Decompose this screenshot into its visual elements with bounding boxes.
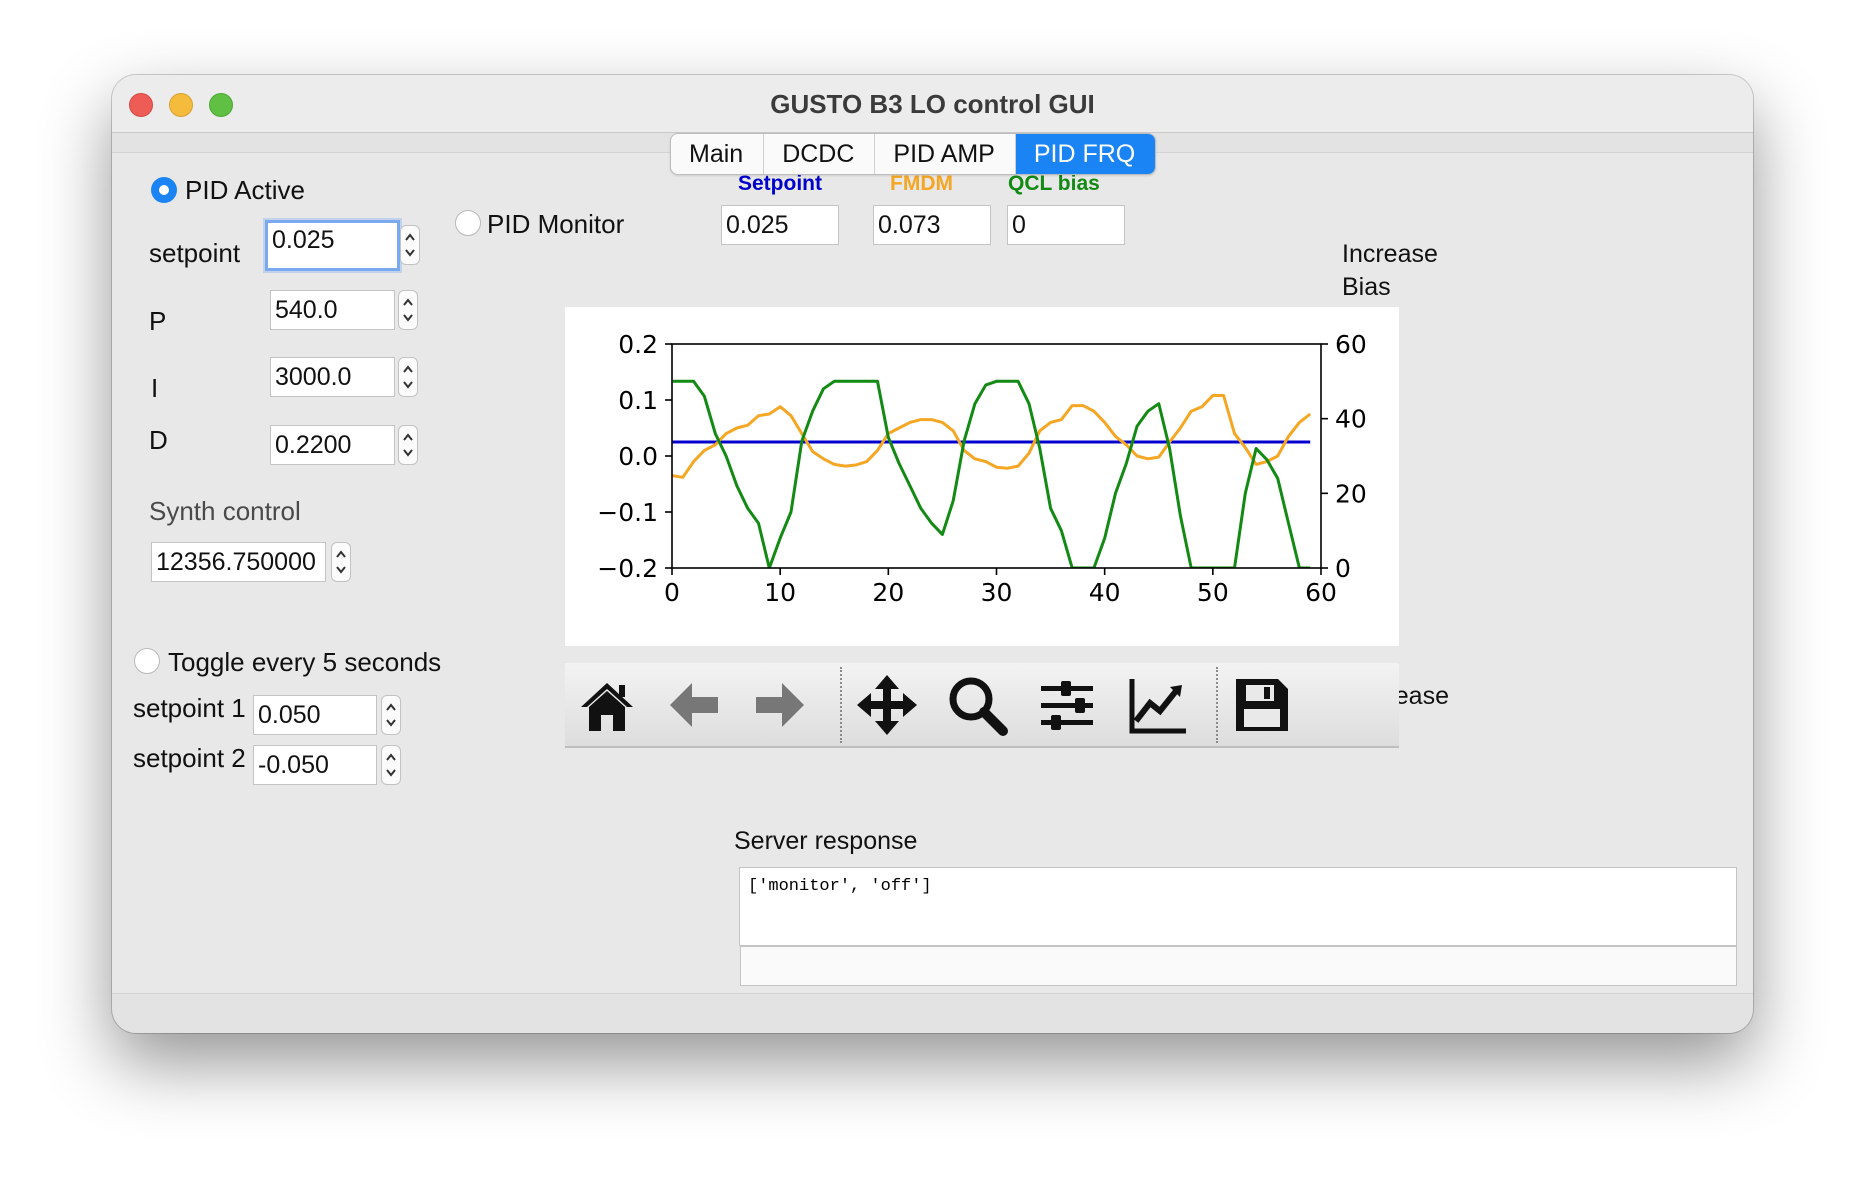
setpoint2-label: setpoint 2 [133,743,246,773]
x-tick-label: 60 [1305,578,1337,607]
title-bar: GUSTO B3 LO control GUI [112,75,1753,133]
tab-bar: Main DCDC PID AMP PID FRQ [670,133,1157,175]
server-response-label: Server response [734,827,918,855]
pid-active-radio[interactable] [151,177,177,203]
zoom-button[interactable] [945,673,1009,737]
setpoint1-label: setpoint 1 [133,693,246,723]
y-right-tick-label: 40 [1335,405,1367,434]
y-left-tick-label: −0.1 [597,498,658,527]
tab-dcdc[interactable]: DCDC [764,134,876,174]
qcl-bias-header: QCL bias [1008,172,1100,195]
y-right-tick-label: 60 [1335,330,1367,359]
synth-control-label: Synth control [149,496,301,526]
increase-bias-button[interactable]: Increase Bias [1342,238,1438,304]
edit-axis-icon [1129,679,1186,734]
command-input[interactable] [740,946,1737,986]
pid-monitor-label: PID Monitor [487,209,625,239]
save-button[interactable] [1230,673,1294,737]
y-left-tick-label: 0.2 [618,330,658,359]
synth-control-stepper[interactable] [331,542,351,582]
d-input[interactable]: 0.2200 [270,425,395,465]
y-right-tick-label: 0 [1335,554,1351,583]
home-button[interactable] [575,673,639,737]
y-left-tick-label: 0.0 [618,442,658,471]
setpoint-readout[interactable]: 0.025 [721,205,839,245]
tab-pid-amp[interactable]: PID AMP [875,134,1016,174]
x-tick-label: 30 [981,578,1013,607]
series-line-1 [672,394,1312,479]
forward-button[interactable] [748,673,812,737]
setpoint-stepper[interactable] [400,225,420,265]
d-label: D [149,425,168,455]
x-tick-label: 10 [764,578,796,607]
plot-frame [671,343,1322,569]
synth-control-input[interactable]: 12356.750000 [151,542,326,582]
i-input[interactable]: 3000.0 [270,357,395,397]
pan-button[interactable] [855,673,919,737]
configure-subplots-icon [1041,681,1093,730]
zoom-icon [949,677,1008,736]
plot-toolbar [565,663,1399,748]
qcl-bias-readout[interactable]: 0 [1007,205,1125,245]
main-window: GUSTO B3 LO control GUI Main DCDC PID AM… [112,75,1753,1033]
p-stepper[interactable] [398,290,418,330]
i-stepper[interactable] [398,357,418,397]
home-icon [581,683,633,731]
setpoint1-stepper[interactable] [381,695,401,735]
pid-monitor-radio[interactable] [455,210,481,236]
toolbar-separator [1216,667,1218,743]
x-tick-label: 20 [872,578,904,607]
i-label: I [151,373,159,403]
window-title: GUSTO B3 LO control GUI [770,89,1095,119]
x-tick-label: 40 [1089,578,1121,607]
increase-bias-line1: Increase [1342,240,1438,268]
d-stepper[interactable] [398,425,418,465]
pid-active-label: PID Active [185,175,305,205]
configure-subplots-button[interactable] [1035,673,1099,737]
tab-pid-frq[interactable]: PID FRQ [1015,134,1156,174]
setpoint1-input[interactable]: 0.050 [253,695,377,735]
setpoint-input[interactable]: 0.025 [265,220,400,271]
monitor-chart: 0 10 20 30 40 50 60 0.2 0.1 0.0 −0.1 −0.2 60 40 20 0 [597,330,1367,607]
save-icon [1236,679,1288,731]
back-arrow-icon [670,683,718,727]
toolbar-separator [840,667,842,743]
setpoint2-input[interactable]: -0.050 [253,745,377,785]
pan-icon [857,675,917,735]
fmdm-header: FMDM [890,172,953,195]
y-right-tick-label: 20 [1335,479,1367,508]
toggle-every-5-seconds-radio[interactable] [134,648,160,674]
x-tick-label: 0 [664,578,680,607]
server-response-box: ['monitor', 'off'] [739,867,1737,946]
y-left-tick-label: −0.2 [597,554,658,583]
setpoint2-stepper[interactable] [381,745,401,785]
p-input[interactable]: 540.0 [270,290,395,330]
setpoint-header: Setpoint [738,172,822,195]
p-label: P [149,306,167,336]
forward-arrow-icon [756,683,804,727]
toggle-every-5-seconds-label: Toggle every 5 seconds [168,647,442,677]
increase-bias-line2: Bias [1342,273,1391,301]
tab-main[interactable]: Main [671,134,765,174]
series-line-2 [672,379,1311,568]
plot-canvas[interactable]: 0 10 20 30 40 50 60 0.2 0.1 0.0 −0.1 −0.2 60 40 20 0 [565,307,1399,646]
y-left-tick-label: 0.1 [618,386,658,415]
fmdm-readout[interactable]: 0.073 [873,205,991,245]
edit-axis-button[interactable] [1126,673,1190,737]
back-button[interactable] [662,673,726,737]
x-tick-label: 50 [1197,578,1229,607]
setpoint-label: setpoint [149,238,241,268]
